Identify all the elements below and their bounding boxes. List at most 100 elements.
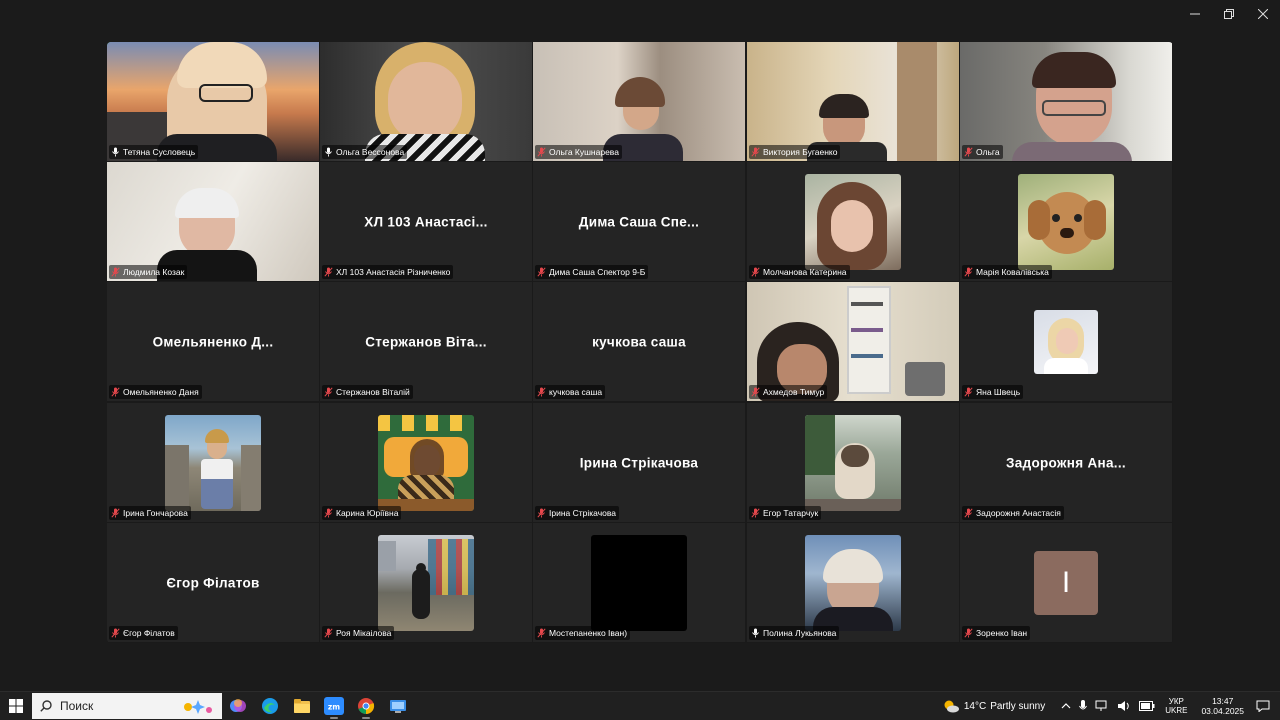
participant-tile[interactable]: кучкова саша кучкова саша xyxy=(533,282,745,401)
mic-muted-icon xyxy=(324,508,333,518)
participant-name-label: Ірина Стрікачова xyxy=(535,506,620,520)
copilot-icon[interactable] xyxy=(222,692,254,720)
participant-name-label: Ахмедов Тимур xyxy=(749,385,828,399)
mic-icon xyxy=(324,147,333,157)
close-button[interactable] xyxy=(1246,0,1280,28)
clock-time: 13:47 xyxy=(1212,696,1234,706)
mic-muted-icon xyxy=(111,387,120,397)
participant-tile[interactable]: Молчанова Катерина xyxy=(747,162,959,281)
participant-name: Стержанов Віталій xyxy=(336,387,410,397)
participant-video xyxy=(960,42,1172,161)
participant-name: Ольга xyxy=(976,147,1000,157)
participant-name: Ірина Стрікачова xyxy=(549,508,617,518)
mic-icon xyxy=(751,628,760,638)
participant-display-name: Задорожня Ана... xyxy=(1006,455,1126,470)
participant-avatar xyxy=(378,414,474,511)
participant-name-label: кучкова саша xyxy=(535,385,606,399)
participant-tile[interactable]: Ірина Гончарова xyxy=(107,403,319,522)
participant-tile[interactable]: Ольга Вессонова xyxy=(320,42,532,161)
mic-muted-icon xyxy=(751,387,760,397)
participant-avatar xyxy=(378,534,474,631)
participant-tile[interactable]: Тетяна Сусловець xyxy=(107,42,319,161)
battery-icon[interactable] xyxy=(1139,701,1155,711)
language-indicator[interactable]: УКР UKRE xyxy=(1165,697,1187,715)
participant-name: Ольга Вессонова xyxy=(336,147,405,157)
participant-tile[interactable]: Стержанов Віта... Стержанов Віталій xyxy=(320,282,532,401)
maximize-button[interactable] xyxy=(1212,0,1246,28)
participant-tile[interactable]: Ольга xyxy=(960,42,1172,161)
participant-name: Карина Юріївна xyxy=(336,508,399,518)
participant-name: Молчанова Катерина xyxy=(763,267,847,277)
participant-name: кучкова саша xyxy=(549,387,603,397)
participant-name-label: Яна Швець xyxy=(962,385,1024,399)
participant-name-label: Дима Саша Спектор 9-Б xyxy=(535,265,649,279)
participant-tile[interactable]: Карина Юріївна xyxy=(320,403,532,522)
participant-display-name: ХЛ 103 Анастасі... xyxy=(364,214,488,229)
weather-temp: 14°C xyxy=(963,700,987,712)
remote-desktop-icon[interactable] xyxy=(382,692,414,720)
participant-name: Ахмедов Тимур xyxy=(763,387,825,397)
participant-tile[interactable]: Мостепаненко Іван) xyxy=(533,523,745,642)
mic-muted-icon xyxy=(751,508,760,518)
minimize-button[interactable] xyxy=(1178,0,1212,28)
mic-muted-icon xyxy=(324,387,333,397)
weather-widget[interactable]: 14°C Partly sunny xyxy=(942,699,1045,713)
file-explorer-icon[interactable] xyxy=(286,692,318,720)
participant-name: Егор Татарчук xyxy=(763,508,819,518)
participant-tile[interactable]: Ахмедов Тимур xyxy=(747,282,959,401)
edge-icon[interactable] xyxy=(254,692,286,720)
participant-gallery: Тетяна Сусловець Ольга Вессонова Ольга Куш… xyxy=(107,42,1173,643)
start-button[interactable] xyxy=(0,692,32,720)
microphone-icon[interactable] xyxy=(1079,700,1088,712)
participant-tile[interactable]: Людмила Козак xyxy=(107,162,319,281)
participant-tile[interactable]: Дима Саша Спе... Дима Саша Спектор 9-Б xyxy=(533,162,745,281)
mic-muted-icon xyxy=(324,628,333,638)
lang-bottom: UKRE xyxy=(1165,706,1188,715)
participant-name-label: Ольга xyxy=(962,145,1003,159)
participant-tile[interactable]: ХЛ 103 Анастасі... ХЛ 103 Анастасія Різни… xyxy=(320,162,532,281)
participant-tile[interactable]: Ірина Стрікачова Ірина Стрікачова xyxy=(533,403,745,522)
mic-muted-icon xyxy=(964,387,973,397)
notifications-icon[interactable] xyxy=(1256,700,1270,712)
participant-name-label: Стержанов Віталій xyxy=(322,385,413,399)
participant-tile[interactable]: Марія Ковалівська xyxy=(960,162,1172,281)
network-icon[interactable] xyxy=(1095,700,1109,712)
participant-video xyxy=(533,42,745,161)
participant-tile[interactable]: І Зоренко Іван xyxy=(960,523,1172,642)
participant-tile[interactable]: Задорожня Ана... Задорожня Анастасія xyxy=(960,403,1172,522)
participant-tile[interactable]: Яна Швець xyxy=(960,282,1172,401)
participant-tile[interactable]: Полина Лукьянова xyxy=(747,523,959,642)
clock-date: 03.04.2025 xyxy=(1201,706,1244,716)
volume-icon[interactable] xyxy=(1117,700,1131,712)
mic-muted-icon xyxy=(964,147,973,157)
participant-tile[interactable]: Роя Мікаілова xyxy=(320,523,532,642)
participant-tile[interactable]: Єгор Філатов Єгор Філатов xyxy=(107,523,319,642)
mic-muted-icon xyxy=(111,628,120,638)
participant-tile[interactable]: Омельяненко Д... Омельяненко Даня xyxy=(107,282,319,401)
participant-tile[interactable]: Ольга Кушнарева xyxy=(533,42,745,161)
mic-muted-icon xyxy=(751,147,760,157)
participant-avatar xyxy=(1034,309,1098,374)
taskbar-search[interactable]: Поиск xyxy=(32,693,222,719)
chrome-icon[interactable] xyxy=(350,692,382,720)
mic-muted-icon xyxy=(537,267,546,277)
participant-initial: І xyxy=(1034,550,1098,615)
participant-display-name: Єгор Філатов xyxy=(166,575,260,590)
participant-name: Мостепаненко Іван) xyxy=(549,628,628,638)
participant-tile[interactable]: Виктория Бугаенко xyxy=(747,42,959,161)
zoom-icon[interactable]: zm xyxy=(318,692,350,720)
mic-muted-icon xyxy=(537,387,546,397)
mic-muted-icon xyxy=(964,628,973,638)
participant-display-name: Омельяненко Д... xyxy=(152,334,274,349)
participant-tile[interactable]: Егор Татарчук xyxy=(747,403,959,522)
participant-name: Роя Мікаілова xyxy=(336,628,392,638)
chevron-up-icon[interactable] xyxy=(1061,703,1071,709)
participant-name: Ірина Гончарова xyxy=(123,508,188,518)
participant-name-label: Єгор Філатов xyxy=(109,626,178,640)
participant-display-name: кучкова саша xyxy=(592,334,686,349)
participant-avatar xyxy=(805,414,901,511)
mic-muted-icon xyxy=(111,267,120,277)
clock[interactable]: 13:47 03.04.2025 xyxy=(1201,696,1244,716)
mic-muted-icon xyxy=(324,267,333,277)
participant-name-label: Омельяненко Даня xyxy=(109,385,202,399)
